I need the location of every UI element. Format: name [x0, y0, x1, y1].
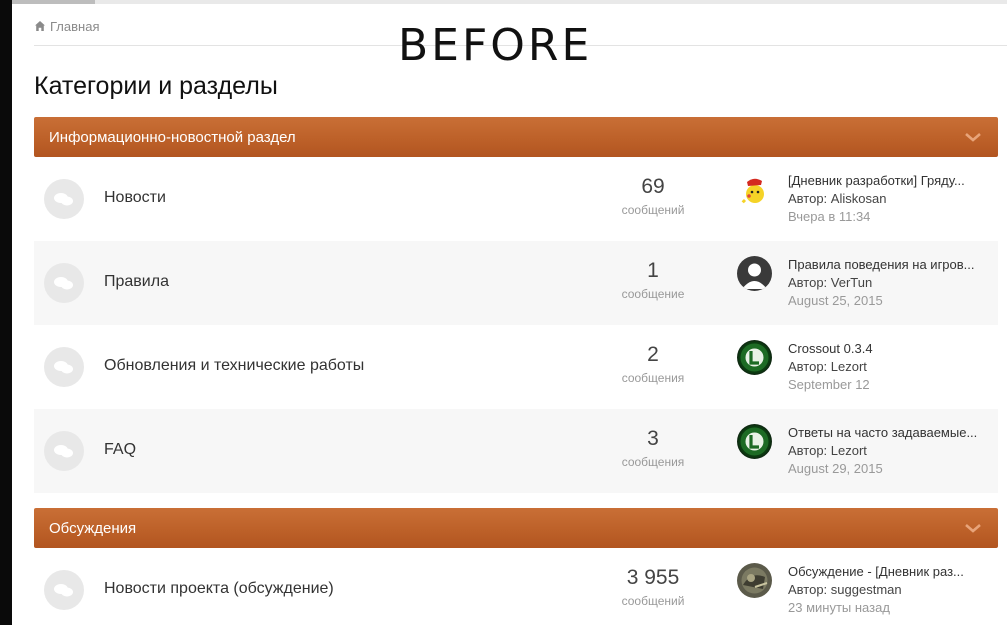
last-post-title[interactable]: Обсуждение - [Дневник раз...	[788, 563, 988, 581]
forum-title[interactable]: Новости	[104, 189, 166, 207]
category-title[interactable]: Обсуждения	[49, 520, 136, 537]
last-post: Обсуждение - [Дневник раз... Автор: sugg…	[788, 563, 988, 617]
top-progress-track	[12, 0, 1007, 4]
last-post: Ответы на часто задаваемые... Автор: Lez…	[788, 424, 988, 478]
forum-title[interactable]: Новости проекта (обсуждение)	[104, 580, 334, 598]
last-post-title[interactable]: Crossout 0.3.4	[788, 340, 988, 358]
post-count-value: 2	[647, 343, 659, 366]
last-post-date: August 25, 2015	[788, 293, 883, 308]
last-post-author[interactable]: Автор: Aliskosan	[788, 190, 988, 208]
post-count-value: 3	[647, 427, 659, 450]
pikachu-avatar[interactable]	[737, 172, 772, 207]
post-count-label: сообщений	[621, 203, 685, 217]
chevron-down-icon[interactable]	[964, 131, 982, 143]
last-post-date: August 29, 2015	[788, 461, 883, 476]
last-post-date: 23 минуты назад	[788, 600, 890, 615]
last-post-title[interactable]: Правила поведения на игров...	[788, 256, 988, 274]
chat-bubbles-icon	[44, 431, 84, 471]
post-count-label: сообщение	[621, 287, 685, 301]
last-post-author[interactable]: Автор: VerTun	[788, 274, 988, 292]
post-count-label: сообщений	[621, 594, 685, 608]
post-count: 1 сообщение	[603, 259, 703, 301]
chat-bubbles-icon	[44, 263, 84, 303]
post-count-label: сообщения	[621, 371, 685, 385]
post-count: 3 сообщения	[603, 427, 703, 469]
post-count: 69 сообщений	[603, 175, 703, 217]
window-left-edge	[0, 0, 12, 625]
last-post: Правила поведения на игров... Автор: Ver…	[788, 256, 988, 310]
last-post-author[interactable]: Автор: Lezort	[788, 442, 988, 460]
forum-row-rules: Правила 1 сообщение Правила поведения на…	[34, 241, 998, 325]
category-info-news: Информационно-новостной раздел Новости 6…	[34, 117, 998, 493]
forum-title[interactable]: FAQ	[104, 441, 136, 459]
last-post-title[interactable]: [Дневник разработки] Гряду...	[788, 172, 988, 190]
photo-avatar[interactable]	[737, 563, 772, 598]
green-emblem-avatar[interactable]	[737, 340, 772, 375]
forum-row-faq: FAQ 3 сообщения Ответы на часто задаваем…	[34, 409, 998, 493]
before-watermark: BEFORE	[398, 20, 593, 71]
chat-bubbles-icon	[44, 570, 84, 610]
category-title[interactable]: Информационно-новостной раздел	[49, 129, 296, 146]
top-progress-fill	[12, 0, 95, 4]
last-post: [Дневник разработки] Гряду... Автор: Ali…	[788, 172, 988, 226]
last-post-date: September 12	[788, 377, 870, 392]
post-count-value: 69	[641, 175, 665, 198]
forum-row-project-news: Новости проекта (обсуждение) 3 955 сообщ…	[34, 548, 998, 632]
category-discussions: Обсуждения Новости проекта (обсуждение) …	[34, 508, 998, 632]
last-post-date: Вчера в 11:34	[788, 209, 871, 224]
forum-row-updates: Обновления и технические работы 2 сообще…	[34, 325, 998, 409]
breadcrumb[interactable]: Главная	[34, 17, 99, 35]
home-icon	[35, 21, 45, 31]
forum-title[interactable]: Обновления и технические работы	[104, 357, 364, 375]
last-post: Crossout 0.3.4 Автор: Lezort September 1…	[788, 340, 988, 394]
chevron-down-icon[interactable]	[964, 522, 982, 534]
post-count-value: 1	[647, 259, 659, 282]
post-count-label: сообщения	[621, 455, 685, 469]
chat-bubbles-icon	[44, 179, 84, 219]
forum-title[interactable]: Правила	[104, 273, 169, 291]
chat-bubbles-icon	[44, 347, 84, 387]
last-post-author[interactable]: Автор: suggestman	[788, 581, 988, 599]
post-count: 3 955 сообщений	[603, 566, 703, 608]
last-post-author[interactable]: Автор: Lezort	[788, 358, 988, 376]
category-header[interactable]: Обсуждения	[34, 508, 998, 548]
category-header[interactable]: Информационно-новостной раздел	[34, 117, 998, 157]
default-user-avatar[interactable]	[737, 256, 772, 291]
post-count-value: 3 955	[626, 566, 680, 589]
page-title: Категории и разделы	[34, 72, 278, 100]
post-count: 2 сообщения	[603, 343, 703, 385]
breadcrumb-home-link[interactable]: Главная	[50, 19, 99, 34]
forum-row-news: Новости 69 сообщений [Дневник разработки…	[34, 157, 998, 241]
last-post-title[interactable]: Ответы на часто задаваемые...	[788, 424, 988, 442]
green-emblem-avatar[interactable]	[737, 424, 772, 459]
